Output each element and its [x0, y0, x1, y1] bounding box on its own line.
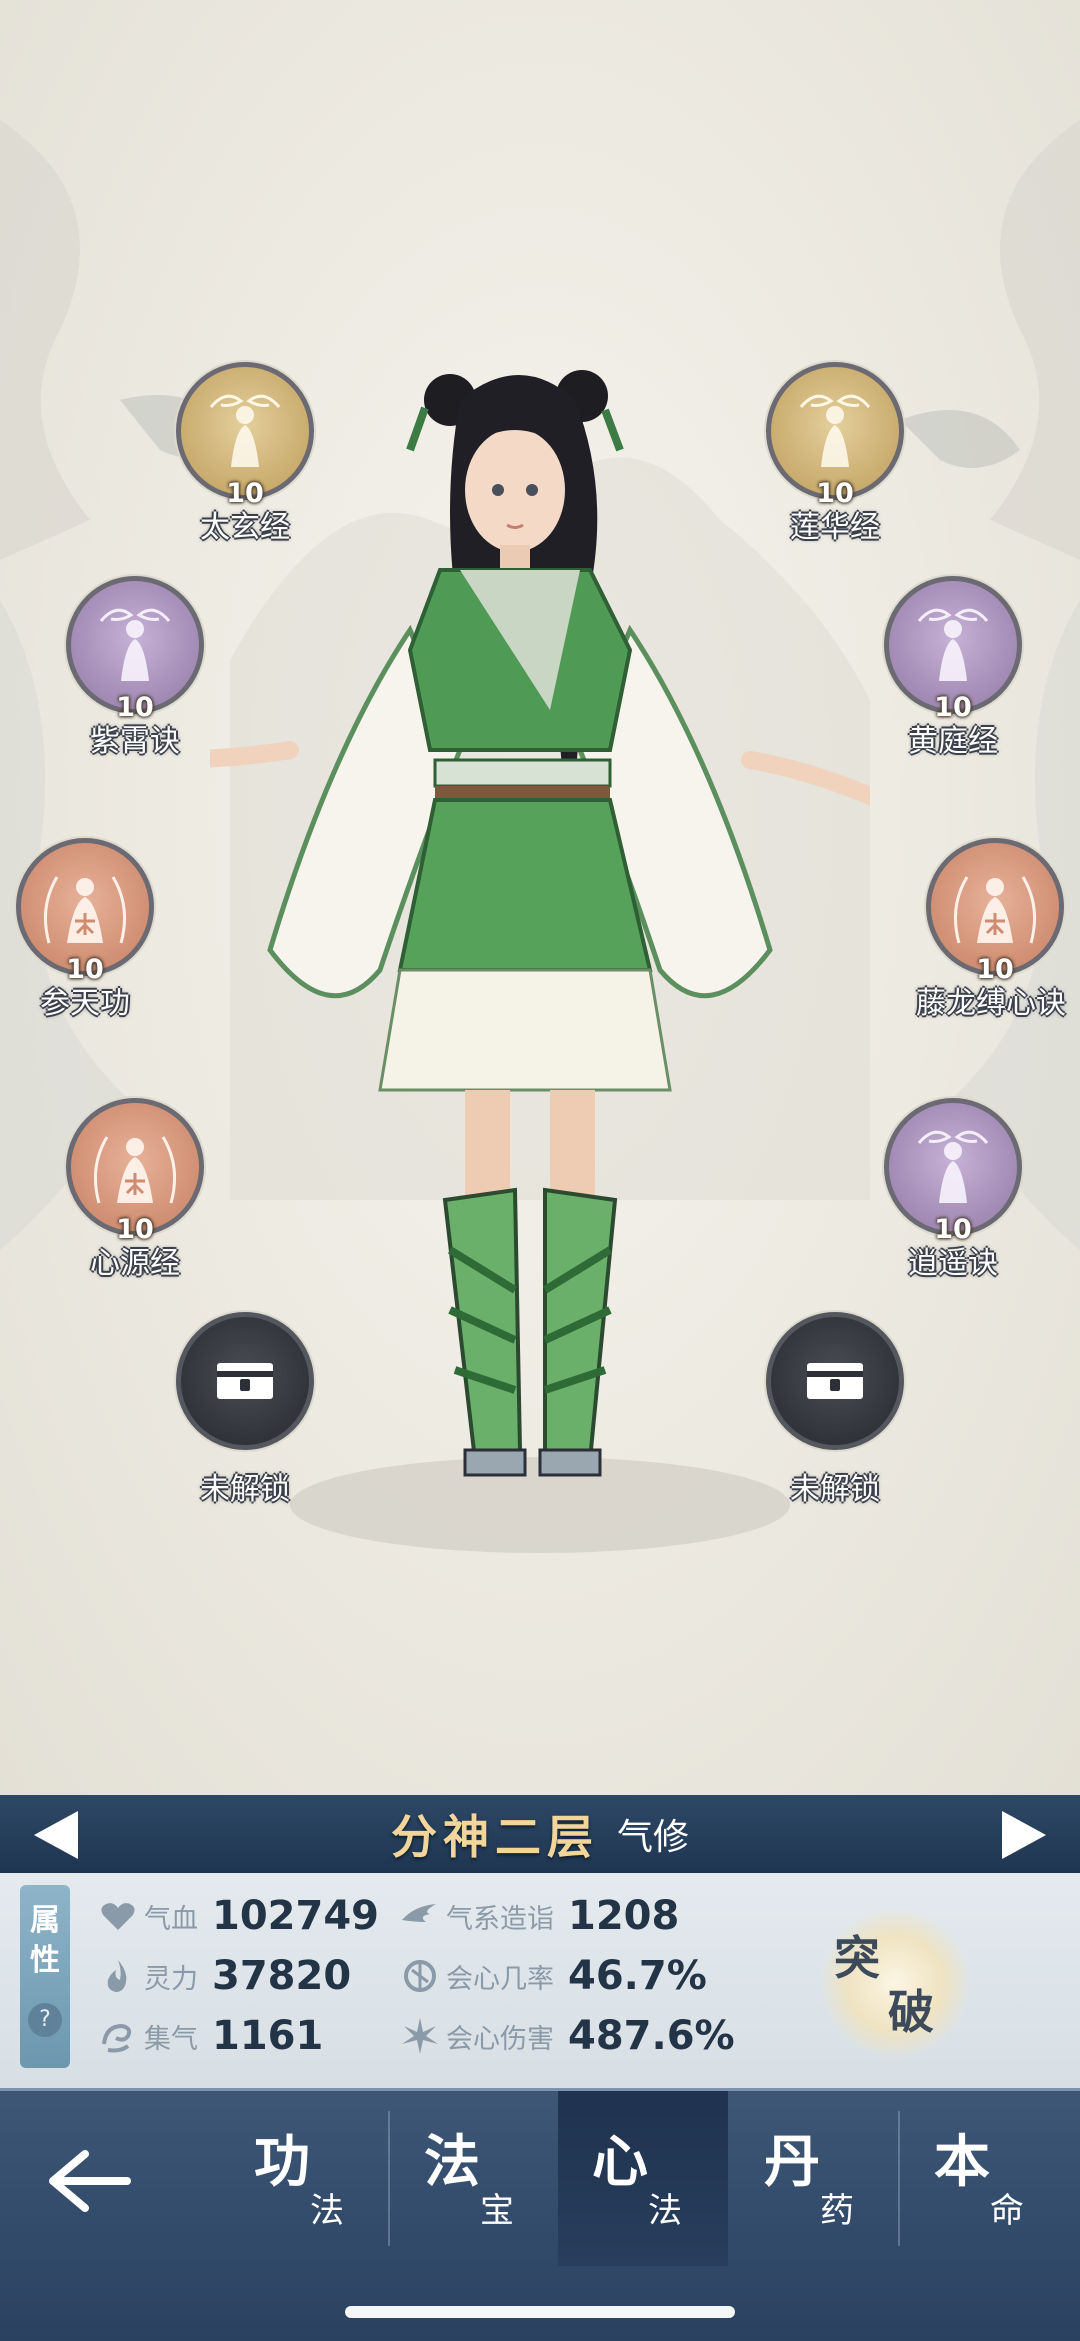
skill-cantiangong[interactable]: 10 参天功 [10, 838, 160, 1022]
stat-value: 46.7% [568, 1953, 707, 1999]
stat-label: 会心伤害 [446, 2023, 554, 2055]
character-scene: 10 太玄经 10 莲华经 10 紫霄诀 10 黄庭经 10 参天功 10 藤龙… [0, 0, 1080, 1795]
skill-lianhuajing[interactable]: 10 莲华经 [760, 362, 910, 546]
swirl-icon [102, 2023, 132, 2053]
home-indicator[interactable] [345, 2306, 735, 2318]
realm-type: 气修 [616, 1817, 689, 1858]
stat-crit-damage: 会心伤害 487.6% [400, 2008, 735, 2064]
tab-sub-char: 宝 [480, 2191, 514, 2231]
realm-bar: 分神二层 气修 [0, 1795, 1080, 1873]
attributes-panel: 属 性 ? 气血 102749 灵力 37820 集气 1161 气系造诣 12… [0, 1873, 1080, 2088]
stat-label: 灵力 [144, 1963, 198, 1995]
stat-value: 1161 [212, 2013, 324, 2059]
skill-level: 10 [976, 954, 1014, 985]
tab-main-char: 功 [254, 2129, 310, 2195]
stat-label: 集气 [144, 2023, 198, 2055]
skill-level: 10 [934, 692, 972, 723]
locked-slot-left[interactable]: 未解锁 [170, 1312, 320, 1508]
wind-icon [402, 1904, 436, 1922]
lock-chest-icon [217, 1363, 273, 1399]
skill-level: 10 [116, 692, 154, 723]
tab-main-char: 法 [424, 2129, 480, 2195]
attributes-tab[interactable]: 属 性 ? [20, 1885, 70, 2068]
stat-crit-rate: 会心几率 46.7% [400, 1948, 707, 2004]
skill-level: 10 [66, 954, 104, 985]
stat-qi-mastery: 气系造诣 1208 [400, 1888, 679, 1944]
stat-spirit: 灵力 37820 [98, 1948, 351, 2004]
immortal-figure-icon [209, 394, 281, 467]
immortal-figure-icon [799, 394, 871, 467]
skill-huangtingjing[interactable]: 10 黄庭经 [878, 576, 1028, 760]
previous-arrow-icon[interactable] [34, 1811, 78, 1859]
skill-zixiaojue[interactable]: 10 紫霄诀 [60, 576, 210, 760]
tab-danyao[interactable]: 丹 药 [730, 2091, 900, 2266]
skill-level: 10 [226, 478, 264, 509]
immortal-figure-icon [917, 608, 989, 681]
tab-benming[interactable]: 本 命 [900, 2091, 1070, 2266]
bottom-nav: 功 法 法 宝 心 法 丹 药 本 命 [0, 2088, 1080, 2341]
stat-label: 气系造诣 [446, 1903, 554, 1935]
skill-xiaoyaojue[interactable]: 10 逍遥诀 [878, 1098, 1028, 1282]
stat-hp: 气血 102749 [98, 1888, 379, 1944]
tab-sub-char: 命 [990, 2191, 1024, 2231]
locked-orb [766, 1312, 904, 1450]
attributes-tab-char-2: 性 [30, 1943, 60, 1978]
burst-icon [402, 2018, 438, 2054]
stat-value: 37820 [212, 1953, 352, 1999]
immortal-figure-icon [953, 876, 1037, 944]
skill-level: 10 [816, 478, 854, 509]
breakthrough-char-1: 突 [834, 1931, 880, 1985]
locked-slot-right[interactable]: 未解锁 [760, 1312, 910, 1508]
stat-qi-gather: 集气 1161 [98, 2008, 323, 2064]
tab-xinfa[interactable]: 心 法 [558, 2091, 728, 2266]
tab-sub-char: 法 [648, 2191, 682, 2231]
breakthrough-char-2: 破 [888, 1985, 934, 2039]
help-icon[interactable]: ? [28, 2003, 62, 2037]
tab-main-char: 丹 [764, 2129, 820, 2195]
attributes-tab-char-1: 属 [30, 1903, 60, 1938]
realm-name: 分神二层 [390, 1810, 599, 1864]
lock-chest-icon [807, 1363, 863, 1399]
back-arrow-icon[interactable] [45, 2146, 135, 2216]
split-circle-icon [404, 1960, 436, 1992]
stat-value: 102749 [212, 1893, 379, 1939]
tab-main-char: 心 [592, 2129, 648, 2195]
heart-icon [101, 1903, 135, 1930]
immortal-figure-icon [99, 608, 171, 681]
immortal-figure-icon [917, 1130, 989, 1203]
locked-label: 未解锁 [200, 1472, 290, 1507]
immortal-figure-icon [43, 876, 127, 944]
tab-gongfa[interactable]: 功 法 [220, 2091, 390, 2266]
flame-icon [107, 1960, 127, 1992]
skill-taixuanjing[interactable]: 10 太玄经 [170, 362, 320, 546]
breakthrough-button[interactable]: 突 破 [820, 1908, 970, 2058]
stat-label: 气血 [144, 1903, 198, 1935]
tab-sub-char: 法 [310, 2191, 344, 2231]
stat-value: 487.6% [568, 2013, 735, 2059]
skill-tenglongfuxinjue[interactable]: 10 藤龙缚心诀 [916, 838, 1070, 1022]
tab-main-char: 本 [934, 2129, 990, 2195]
tab-fabao[interactable]: 法 宝 [390, 2091, 560, 2266]
stat-value: 1208 [568, 1893, 680, 1939]
stat-label: 会心几率 [446, 1963, 554, 1995]
locked-label: 未解锁 [790, 1472, 880, 1507]
skill-level: 10 [116, 1214, 154, 1245]
next-arrow-icon[interactable] [1002, 1811, 1046, 1859]
immortal-figure-icon [93, 1136, 177, 1204]
locked-orb [176, 1312, 314, 1450]
skill-xinyuanjing[interactable]: 10 心源经 [60, 1098, 210, 1282]
tab-sub-char: 药 [820, 2191, 854, 2231]
skill-level: 10 [934, 1214, 972, 1245]
